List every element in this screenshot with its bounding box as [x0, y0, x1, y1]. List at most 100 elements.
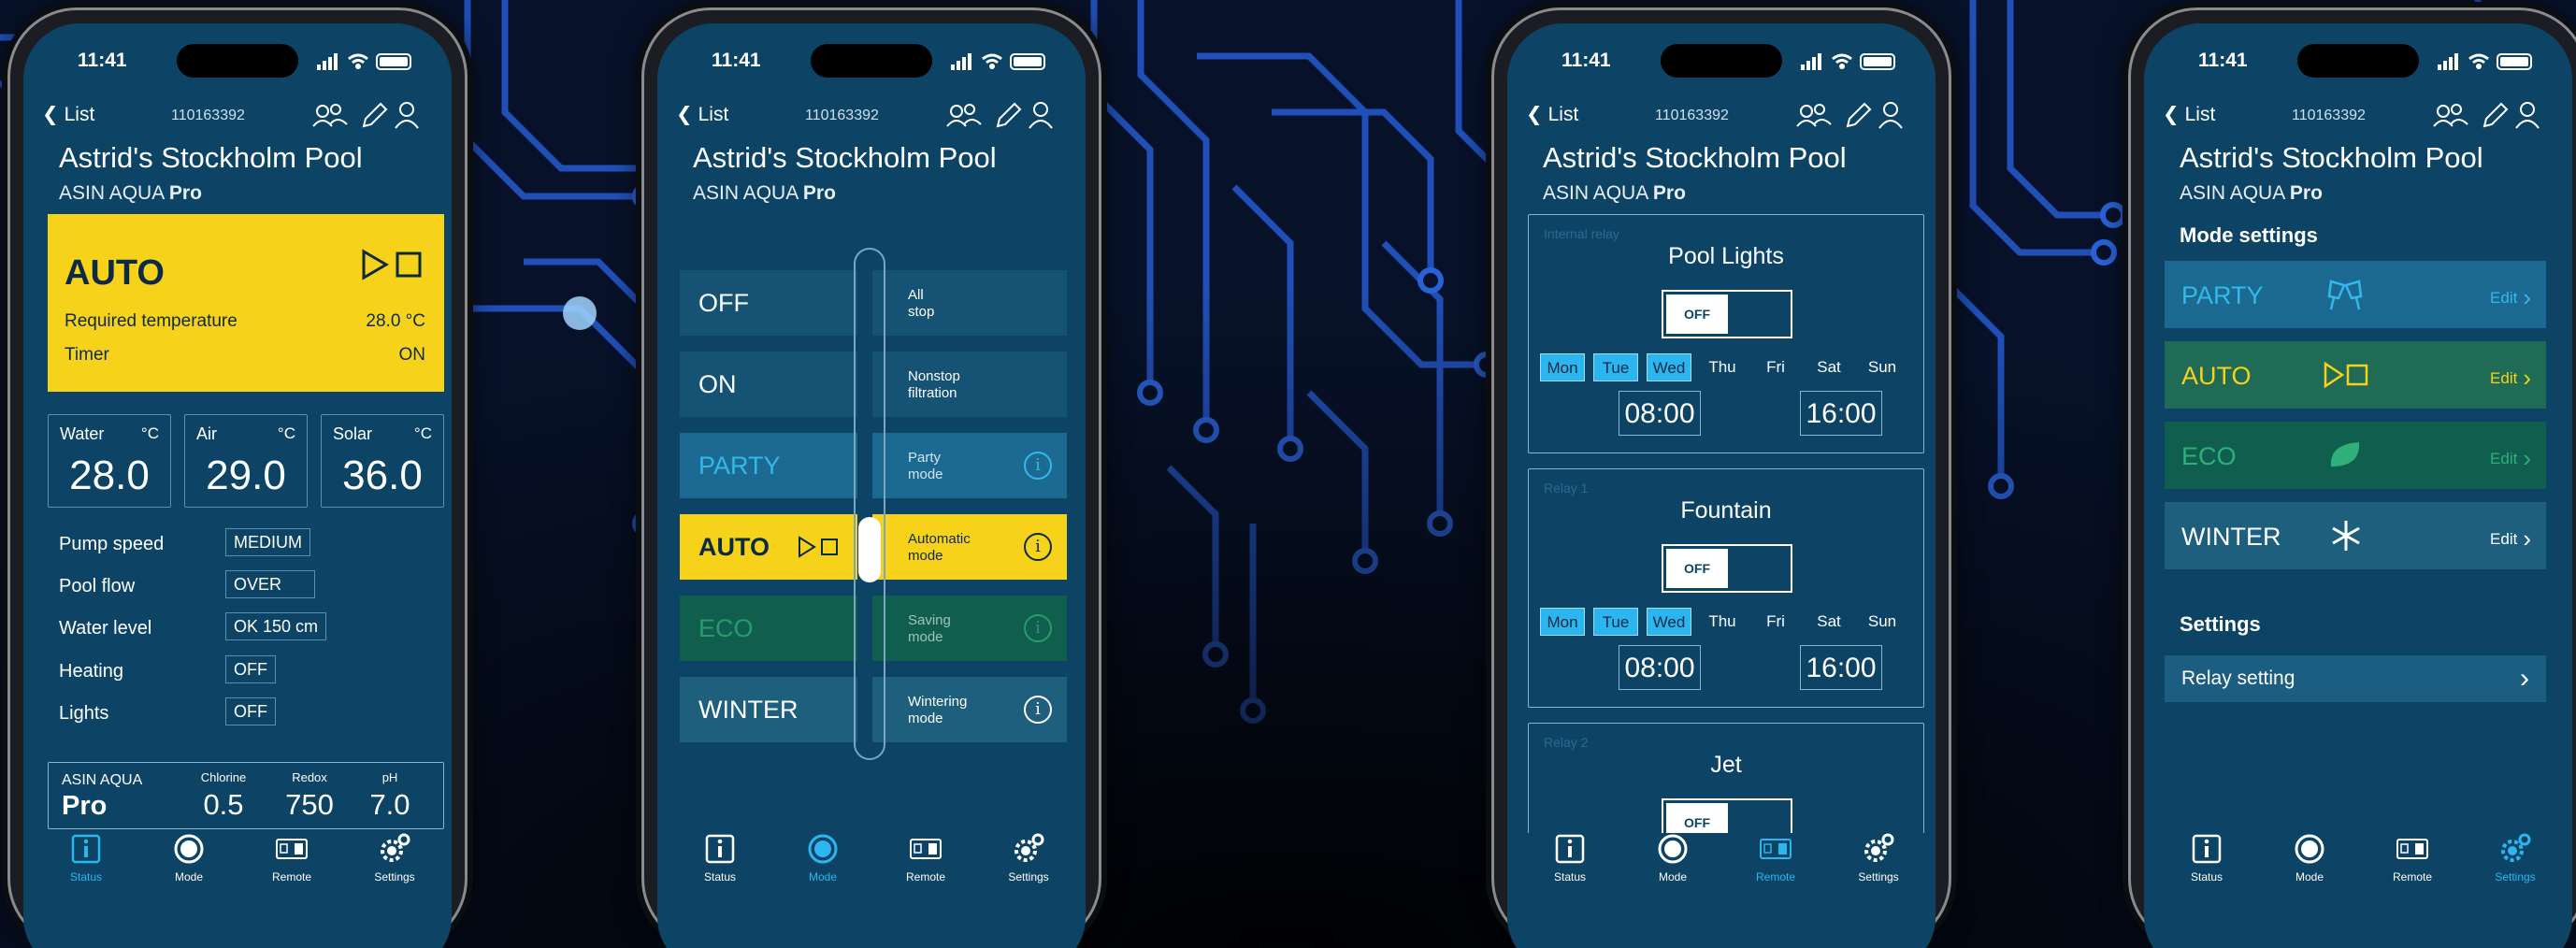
current-mode-card[interactable]: AUTO Required temperature 28.0 °C Timer ON: [48, 214, 444, 392]
gears-icon: [2501, 833, 2531, 862]
pencil-icon[interactable]: [2482, 102, 2509, 128]
day-fri[interactable]: Fri: [1753, 608, 1798, 636]
back-button[interactable]: ❮ List: [676, 103, 728, 126]
users-icon[interactable]: [1796, 104, 1832, 127]
day-sat[interactable]: Sat: [1806, 608, 1851, 636]
edit-button[interactable]: Edit ›: [2490, 364, 2531, 393]
day-sat[interactable]: Sat: [1806, 353, 1851, 381]
mode-setting-winter[interactable]: WINTER Edit ›: [2165, 502, 2546, 569]
tab-mode[interactable]: Mode: [137, 833, 240, 883]
mode-setting-eco[interactable]: ECO Edit ›: [2165, 422, 2546, 489]
tab-remote[interactable]: Remote: [240, 833, 343, 883]
cheers-icon: [2327, 280, 2363, 310]
pool-flow-row: Pool flow OVER: [59, 570, 433, 602]
tab-remote[interactable]: Remote: [2361, 833, 2464, 883]
back-button[interactable]: ❮ List: [1526, 103, 1578, 126]
status-bar: 11:41: [2144, 23, 2572, 89]
tab-status[interactable]: Status: [669, 833, 771, 883]
day-wed[interactable]: Wed: [1647, 353, 1691, 381]
pool-subtitle: ASIN AQUA Pro: [693, 182, 836, 204]
phone-status: 11:41 ❮ List 110163392 Astrid's Stockholm…: [7, 7, 468, 948]
clock: 11:41: [712, 50, 761, 71]
required-temperature-row: Required temperature 28.0 °C: [65, 311, 425, 331]
status-icons: [1801, 53, 1895, 70]
back-button[interactable]: ❮ List: [2163, 103, 2215, 126]
heating-row: Heating OFF: [59, 655, 433, 687]
tab-bar: Status Mode Remote Settings: [2144, 833, 2572, 945]
users-icon[interactable]: [312, 104, 348, 127]
day-thu[interactable]: Thu: [1700, 608, 1745, 636]
user-icon[interactable]: [1029, 102, 1053, 129]
info-icon[interactable]: i: [1024, 533, 1052, 561]
start-time[interactable]: 08:00: [1619, 391, 1701, 436]
info-icon[interactable]: i: [1024, 614, 1052, 642]
pencil-icon[interactable]: [362, 102, 388, 128]
tab-remote[interactable]: Remote: [1724, 833, 1827, 883]
day-tue[interactable]: Tue: [1593, 353, 1638, 381]
end-time[interactable]: 16:00: [1800, 645, 1882, 690]
day-mon[interactable]: Mon: [1540, 353, 1585, 381]
users-icon[interactable]: [2433, 104, 2468, 127]
chevron-left-icon: ❮: [2163, 104, 2180, 125]
pump-speed-row: Pump speed MEDIUM: [59, 528, 433, 560]
gears-icon: [1015, 833, 1044, 862]
tab-status[interactable]: Status: [1518, 833, 1621, 883]
back-button[interactable]: ❮ List: [42, 103, 94, 126]
end-time[interactable]: 16:00: [1800, 391, 1882, 436]
serial-number: 110163392: [171, 108, 245, 123]
tab-settings[interactable]: Settings: [343, 833, 446, 883]
tab-status[interactable]: Status: [2155, 833, 2258, 883]
info-icon[interactable]: i: [1024, 696, 1052, 724]
tab-settings[interactable]: Settings: [1827, 833, 1930, 883]
mode-dot-icon: [808, 834, 838, 864]
edit-button[interactable]: Edit ›: [2490, 283, 2531, 312]
back-label: List: [2184, 103, 2216, 125]
edit-button[interactable]: Edit ›: [2490, 444, 2531, 473]
tab-status[interactable]: Status: [35, 833, 137, 883]
day-wed[interactable]: Wed: [1647, 608, 1691, 636]
mode-slider-handle[interactable]: [858, 517, 881, 582]
tab-remote[interactable]: Remote: [874, 833, 977, 883]
serial-number: 110163392: [1655, 108, 1729, 123]
relay-setting-row[interactable]: Relay setting ›: [2165, 655, 2546, 702]
tab-settings[interactable]: Settings: [2464, 833, 2567, 883]
pool-subtitle: ASIN AQUA Pro: [1543, 182, 1686, 204]
pool-title: Astrid's Stockholm Pool: [693, 141, 997, 174]
chevron-right-icon: ›: [2523, 283, 2531, 311]
user-icon[interactable]: [395, 102, 419, 129]
water-level-row: Water level OK 150 cm: [59, 612, 433, 644]
info-icon[interactable]: i: [1024, 452, 1052, 480]
user-icon[interactable]: [1878, 102, 1903, 129]
info-icon: [1555, 834, 1585, 864]
tab-mode[interactable]: Mode: [1621, 833, 1724, 883]
pencil-icon[interactable]: [996, 102, 1022, 128]
day-fri[interactable]: Fri: [1753, 353, 1798, 381]
mode-slider-track[interactable]: [854, 248, 885, 760]
tab-settings[interactable]: Settings: [977, 833, 1080, 883]
tab-mode[interactable]: Mode: [2258, 833, 2361, 883]
header-actions: [2433, 102, 2540, 129]
mode-dot-icon: [174, 834, 204, 864]
start-time[interactable]: 08:00: [1619, 645, 1701, 690]
status-bar: 11:41: [1507, 23, 1936, 89]
relay-card-pool-lights: Internal relay Pool Lights OFF Mon Tue W…: [1528, 214, 1924, 453]
header-actions: [946, 102, 1053, 129]
edit-button[interactable]: Edit ›: [2490, 524, 2531, 553]
timer-row: Timer ON: [65, 345, 425, 365]
day-sun[interactable]: Sun: [1860, 353, 1905, 381]
tab-mode[interactable]: Mode: [771, 833, 874, 883]
mode-setting-auto[interactable]: AUTO Edit ›: [2165, 341, 2546, 409]
ph-value: pH 7.0: [369, 770, 410, 821]
relay-toggle[interactable]: OFF: [1662, 290, 1792, 338]
settings-heading: Settings: [2180, 612, 2261, 636]
mode-setting-party[interactable]: PARTY Edit ›: [2165, 261, 2546, 328]
settings-screen: 11:41 ❮ List 110163392 Astrid's Stockholm…: [2144, 23, 2572, 948]
user-icon[interactable]: [2515, 102, 2540, 129]
day-thu[interactable]: Thu: [1700, 353, 1745, 381]
day-sun[interactable]: Sun: [1860, 608, 1905, 636]
day-mon[interactable]: Mon: [1540, 608, 1585, 636]
day-tue[interactable]: Tue: [1593, 608, 1638, 636]
pencil-icon[interactable]: [1846, 102, 1872, 128]
users-icon[interactable]: [946, 104, 982, 127]
relay-toggle[interactable]: OFF: [1662, 544, 1792, 593]
